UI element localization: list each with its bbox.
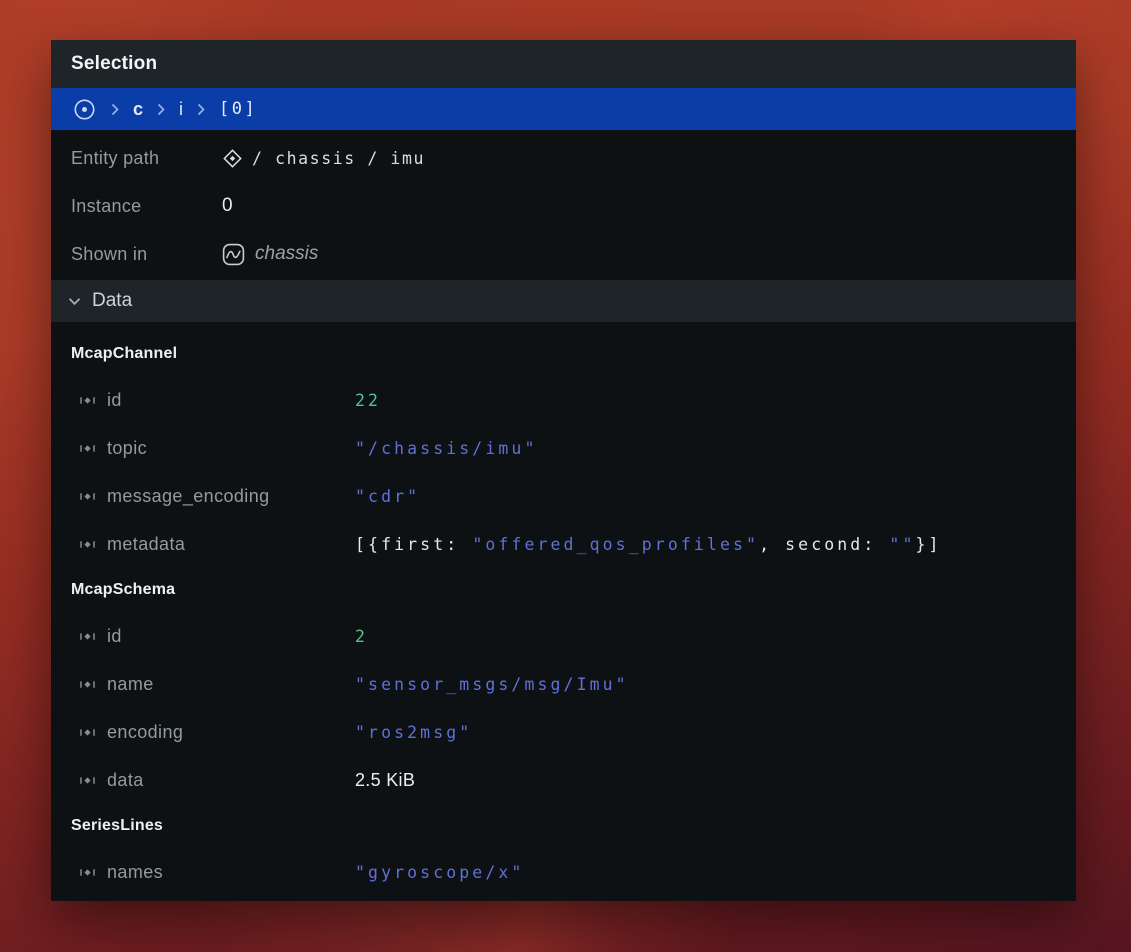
chevron-right-icon: [157, 103, 165, 116]
desktop-wallpaper: Selection c i: [0, 0, 1131, 952]
component-value: 2.5 KiB: [355, 770, 415, 791]
shown-in-view-link[interactable]: chassis: [222, 243, 318, 266]
breadcrumb-item-chassis[interactable]: c: [133, 99, 143, 120]
shown-in-row: Shown in chassis: [51, 230, 1076, 278]
instance-row: Instance 0: [51, 182, 1076, 230]
component-row-names: names "gyroscope/x": [51, 848, 1076, 896]
data-section-content: McapChannel id 22: [51, 322, 1076, 901]
chevron-down-icon: [68, 297, 81, 306]
component-value: 22: [355, 391, 381, 410]
component-row-schema-encoding: encoding "ros2msg": [51, 708, 1076, 756]
archetype-heading-serieslines: SeriesLines: [51, 804, 1076, 848]
entity-path-value[interactable]: / chassis / imu: [222, 148, 425, 169]
component-label: id: [107, 626, 122, 647]
component-value: "/chassis/imu": [355, 439, 537, 458]
instance-number: 0: [222, 195, 233, 217]
metadata-part: "": [889, 535, 915, 554]
component-row-metadata: metadata [{first: "offered_qos_profiles"…: [51, 520, 1076, 568]
component-icon: [79, 725, 96, 740]
component-label: names: [107, 862, 163, 883]
component-icon: [79, 773, 96, 788]
component-label: id: [107, 390, 122, 411]
panel-title: Selection: [71, 53, 157, 75]
component-row-topic: topic "/chassis/imu": [51, 424, 1076, 472]
selection-panel: Selection c i: [51, 40, 1076, 901]
component-label: metadata: [107, 534, 185, 555]
selection-breadcrumb: c i [0]: [51, 88, 1076, 130]
timeseries-view-icon: [222, 243, 245, 266]
instance-label: Instance: [71, 196, 141, 217]
component-label: name: [107, 674, 154, 695]
metadata-part: , second:: [759, 535, 889, 554]
metadata-part: [{first:: [355, 535, 472, 554]
component-row-id: id 22: [51, 376, 1076, 424]
component-row-message-encoding: message_encoding "cdr": [51, 472, 1076, 520]
selection-panel-header: Selection: [51, 40, 1076, 88]
component-icon: [79, 393, 96, 408]
chevron-right-icon: [111, 103, 119, 116]
entity-path-text: / chassis / imu: [252, 149, 425, 168]
shown-in-label: Shown in: [71, 244, 147, 265]
component-value: 2: [355, 627, 368, 646]
component-value: "gyroscope/x": [355, 863, 524, 882]
recording-icon[interactable]: [72, 97, 97, 122]
archetype-heading-mcapchannel: McapChannel: [51, 332, 1076, 376]
archetype-title: SeriesLines: [71, 817, 163, 835]
component-value: "ros2msg": [355, 723, 472, 742]
breadcrumb-item-instance[interactable]: [0]: [219, 99, 257, 119]
archetype-title: McapChannel: [71, 345, 177, 363]
component-row-schema-name: name "sensor_msgs/msg/Imu": [51, 660, 1076, 708]
entity-path-row: Entity path / chassis / imu: [51, 134, 1076, 182]
data-section-header[interactable]: Data: [51, 280, 1076, 322]
archetype-title: McapSchema: [71, 581, 175, 599]
breadcrumb-item-imu[interactable]: i: [179, 99, 183, 120]
component-label: topic: [107, 438, 147, 459]
component-label: message_encoding: [107, 486, 270, 507]
component-icon: [79, 865, 96, 880]
entity-info: Entity path / chassis / imu Instance 0: [51, 130, 1076, 280]
component-icon: [79, 537, 96, 552]
component-icon: [79, 677, 96, 692]
component-icon: [79, 629, 96, 644]
instance-value: 0: [222, 195, 233, 217]
entity-path-label: Entity path: [71, 148, 159, 169]
component-row-schema-id: id 2: [51, 612, 1076, 660]
entity-icon: [222, 148, 243, 169]
component-value-metadata: [{first: "offered_qos_profiles", second:…: [355, 535, 942, 554]
component-row-schema-data: data 2.5 KiB: [51, 756, 1076, 804]
shown-in-view-name: chassis: [255, 243, 318, 265]
component-label: data: [107, 770, 144, 791]
component-icon: [79, 441, 96, 456]
archetype-heading-mcapschema: McapSchema: [51, 568, 1076, 612]
data-section-title: Data: [92, 290, 132, 312]
chevron-right-icon: [197, 103, 205, 116]
metadata-part: "offered_qos_profiles": [472, 535, 759, 554]
component-value: "cdr": [355, 487, 420, 506]
component-label: encoding: [107, 722, 183, 743]
component-icon: [79, 489, 96, 504]
component-value: "sensor_msgs/msg/Imu": [355, 675, 629, 694]
metadata-part: }]: [915, 535, 941, 554]
